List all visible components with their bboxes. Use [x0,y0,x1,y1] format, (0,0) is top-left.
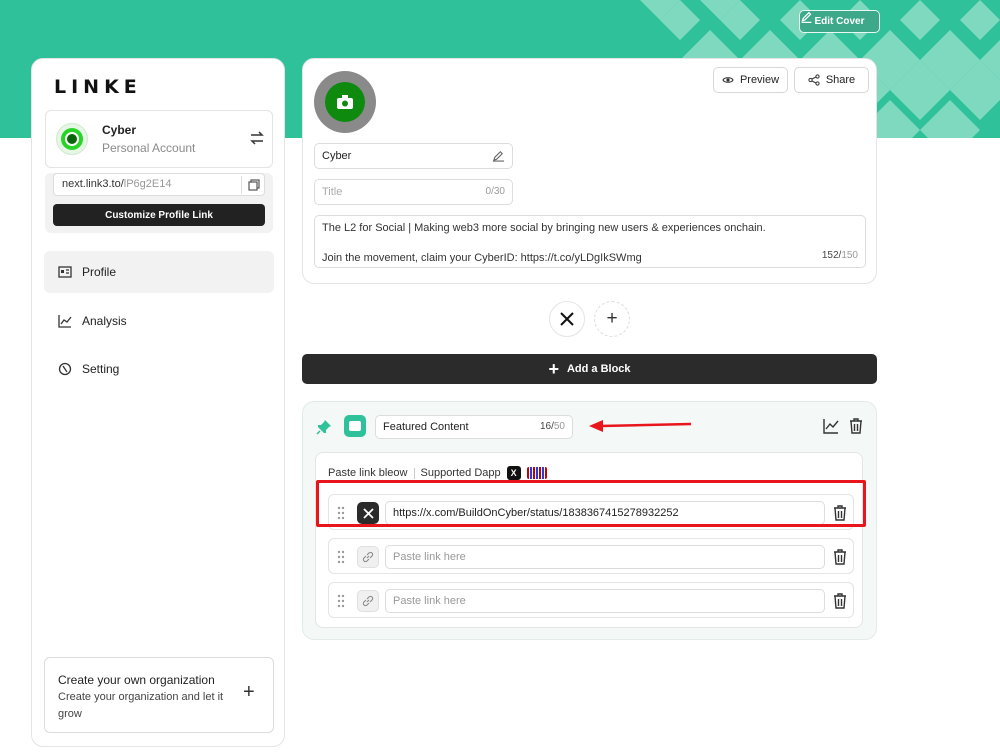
name-field[interactable]: Cyber [314,143,513,169]
profile-card-icon [58,266,72,278]
customize-profile-link-button[interactable]: Customize Profile Link [53,204,265,226]
sidebar-item-profile[interactable]: Profile [44,251,274,293]
preview-button[interactable]: Preview [713,67,788,93]
x-logo-icon [357,502,379,524]
title-placeholder: Title [322,186,343,198]
camera-icon [337,95,353,109]
paste-instructions: Paste link bleow Supported Dapp X [328,466,547,480]
profile-avatar[interactable] [314,71,376,133]
share-icon [808,74,820,86]
avatar [56,123,88,155]
swap-icon[interactable] [249,130,265,146]
sidebar-item-label: Setting [82,362,120,376]
bio-char-count: 152/150 [821,250,858,261]
bio-line-2: Join the movement, claim your CyberID: h… [322,252,642,264]
sidebar-item-label: Profile [82,265,117,279]
eye-icon [722,77,734,83]
link-url-input[interactable]: https://x.com/BuildOnCyber/status/183836… [385,501,825,525]
organization-description: Create your organization and let it grow [58,691,224,720]
profile-link-panel: next.link3.to/lP6g2E14 Customize Profile… [45,173,273,233]
trash-icon[interactable] [832,505,848,521]
link-item: Paste link here [328,538,854,574]
trash-icon[interactable] [832,593,848,609]
name-value: Cyber [322,150,352,162]
drag-handle-icon[interactable] [336,506,346,520]
line-chart-icon [58,315,72,328]
block-title-value: Featured Content [383,421,469,433]
edit-cover-button[interactable]: Edit Cover [799,10,880,33]
link-item: https://x.com/BuildOnCyber/status/183836… [328,494,854,530]
drag-handle-icon[interactable] [336,550,346,564]
profile-card: Preview Share Cyber Title 0/30 The L2 fo… [302,58,877,284]
bio-line-1: The L2 for Social | Making web3 more soc… [322,222,766,234]
copy-icon[interactable] [241,176,265,194]
title-field[interactable]: Title 0/30 [314,179,513,205]
account-type: Personal Account [102,141,196,155]
bio-field[interactable]: The L2 for Social | Making web3 more soc… [314,215,866,268]
block-title-field[interactable]: Featured Content 16/50 [375,415,573,439]
add-block-button[interactable]: + Add a Block [302,354,877,384]
preview-label: Preview [739,74,780,86]
link-url-input[interactable]: Paste link here [385,589,825,613]
account-switcher[interactable]: Cyber Personal Account [45,110,273,168]
organization-title: Create your own organization [58,673,215,687]
app-logo[interactable]: LINKE [54,76,142,98]
plus-icon: + [548,359,559,379]
link-list-panel: Paste link bleow Supported Dapp X https:… [315,452,863,628]
sidebar-item-analysis[interactable]: Analysis [44,300,274,342]
share-button[interactable]: Share [794,67,869,93]
dapp-logos-icon [526,467,547,479]
x-logo-icon: X [506,466,521,480]
add-social-button[interactable]: + [594,301,630,337]
profile-link-slug: lP6g2E14 [123,178,172,190]
edit-cover-label: Edit Cover [814,16,865,27]
sidebar-item-label: Analysis [82,314,127,328]
sidebar-item-setting[interactable]: Setting [44,348,274,390]
plus-icon[interactable]: + [243,682,255,702]
account-name: Cyber [102,123,137,137]
paste-label: Paste link bleow [328,467,408,479]
link-icon [357,590,379,612]
add-block-label: Add a Block [566,363,631,375]
drag-handle-icon[interactable] [336,594,346,608]
featured-content-icon [344,415,366,437]
profile-link-domain: next.link3.to/ [62,178,124,190]
pencil-icon[interactable] [492,149,505,162]
create-organization-card[interactable]: Create your own organization Create your… [44,657,274,733]
featured-content-block: Featured Content 16/50 Paste link bleow … [302,401,877,640]
analytics-icon[interactable] [823,418,839,434]
share-label: Share [825,74,856,86]
link-url-input[interactable]: Paste link here [385,545,825,569]
social-x-button[interactable] [549,301,585,337]
trash-icon[interactable] [832,549,848,565]
pencil-icon [801,11,812,23]
block-title-char-count: 16/50 [539,421,565,432]
profile-link-field[interactable]: next.link3.to/lP6g2E14 [53,173,265,196]
link-icon [357,546,379,568]
trash-icon[interactable] [848,418,864,434]
sidebar: LINKE Cyber Personal Account next.link3.… [31,58,285,747]
settings-icon [58,362,72,376]
x-logo-icon [560,312,574,326]
supported-dapp-label: Supported Dapp [420,467,501,479]
pin-icon[interactable] [316,419,332,435]
link-item: Paste link here [328,582,854,618]
title-char-count: 0/30 [485,186,505,197]
annotation-arrow [589,420,692,432]
